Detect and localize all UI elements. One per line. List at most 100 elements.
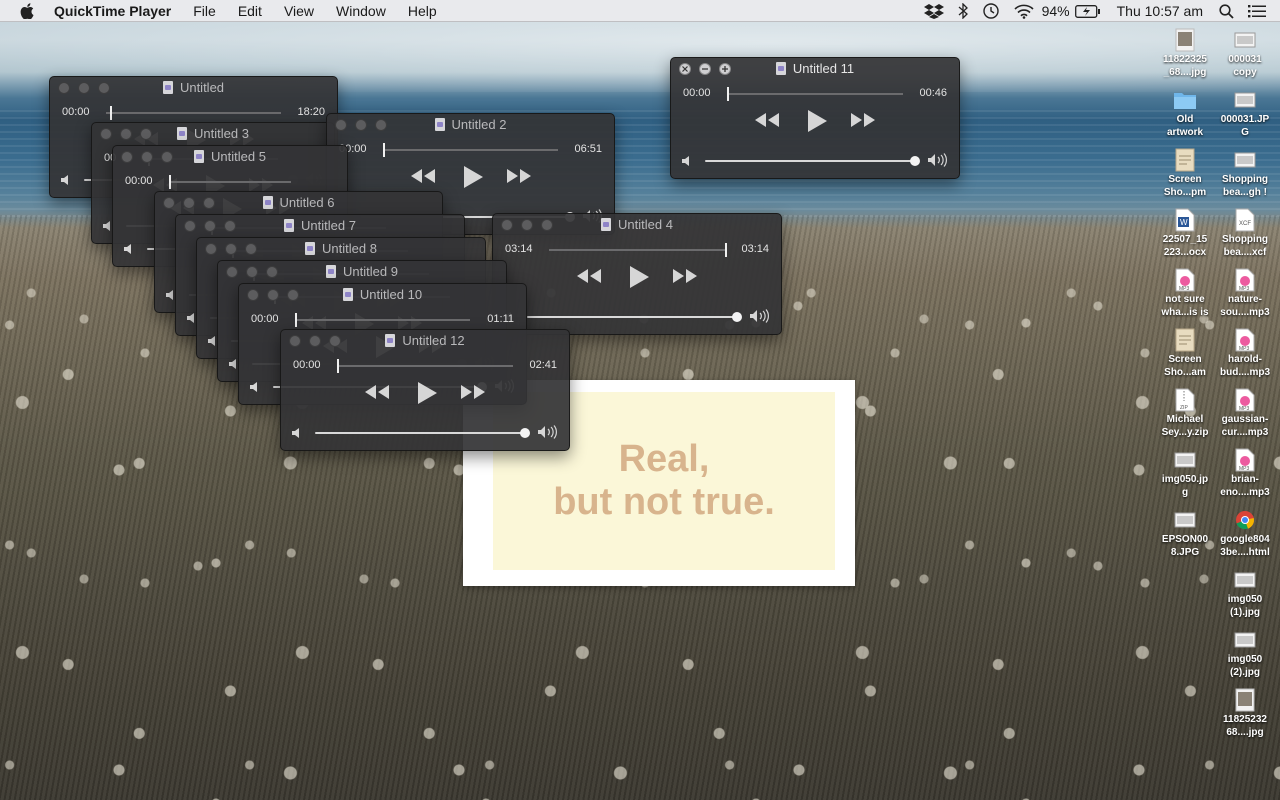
desktop-file-icon[interactable]: 11822325 _68....jpg	[1155, 28, 1215, 79]
notification-center-icon[interactable]	[1248, 4, 1266, 18]
menu-file[interactable]: File	[193, 3, 216, 19]
scrubber-track[interactable]	[383, 143, 558, 157]
battery-icon[interactable]	[1074, 4, 1101, 18]
spotlight-search-icon[interactable]	[1219, 3, 1234, 19]
desktop-file-icon[interactable]: 000031.JP G	[1215, 88, 1275, 139]
window-titlebar[interactable]: Untitled 4	[493, 214, 781, 236]
desktop-file-icon[interactable]: img050 (1).jpg	[1215, 568, 1275, 619]
menu-help[interactable]: Help	[408, 3, 437, 19]
window-titlebar[interactable]: Untitled	[50, 77, 337, 99]
volume-slider[interactable]	[315, 428, 530, 438]
volume-high-icon[interactable]	[927, 153, 949, 172]
desktop-file-icon[interactable]: 11825232 68....jpg	[1215, 688, 1275, 739]
window-titlebar[interactable]: Untitled 5	[113, 146, 347, 168]
desktop-file-icon[interactable]: MP3 nature-sou....mp3	[1215, 268, 1275, 319]
menu-clock[interactable]: Thu 10:57 am	[1117, 3, 1203, 19]
playhead[interactable]	[169, 175, 171, 189]
playhead[interactable]	[295, 313, 297, 327]
play-icon[interactable]	[806, 109, 828, 133]
desktop-file-icon[interactable]: EPSON00 8.JPG	[1155, 508, 1215, 559]
volume-slider[interactable]	[705, 156, 920, 166]
volume-low-icon[interactable]	[291, 426, 303, 444]
window-titlebar[interactable]: Untitled 2	[327, 114, 614, 136]
play-icon[interactable]	[416, 381, 438, 405]
desktop-file-icon[interactable]: MP3 not sure wha...is is	[1155, 268, 1215, 319]
timeline[interactable]: 00:00 06:51	[327, 138, 614, 160]
window-titlebar[interactable]: Untitled 3	[92, 123, 334, 145]
rewind-icon[interactable]	[576, 268, 602, 284]
volume-knob[interactable]	[910, 156, 920, 166]
scrubber-track[interactable]	[337, 359, 513, 373]
window-titlebar[interactable]: Untitled 12	[281, 330, 569, 352]
window-titlebar[interactable]: Untitled 10	[239, 284, 526, 306]
fast-forward-icon[interactable]	[850, 112, 876, 128]
dropbox-icon[interactable]	[923, 3, 944, 19]
quicktime-window[interactable]: Untitled 11 00:00 00:46	[670, 57, 960, 179]
scrubber-track[interactable]	[106, 106, 281, 120]
menu-window[interactable]: Window	[336, 3, 386, 19]
time-machine-icon[interactable]	[982, 2, 1000, 20]
desktop-file-icon[interactable]: W 22507_15 223...ocx	[1155, 208, 1215, 259]
timeline[interactable]: 00:00 18:20	[50, 101, 337, 123]
fast-forward-icon[interactable]	[506, 168, 532, 184]
desktop-file-icon[interactable]: ZIP Michael Sey...y.zip	[1155, 388, 1215, 439]
desktop-file-icon[interactable]: img050 (2).jpg	[1215, 628, 1275, 679]
timeline[interactable]: 00:00	[113, 170, 347, 192]
window-titlebar[interactable]: Untitled 6	[155, 192, 442, 214]
timeline[interactable]: 03:14 03:14	[493, 238, 781, 260]
menu-view[interactable]: View	[284, 3, 314, 19]
bluetooth-icon[interactable]	[958, 3, 968, 19]
desktop-file-icon[interactable]: Old artwork	[1155, 88, 1215, 139]
playhead[interactable]	[727, 87, 729, 101]
volume-slider[interactable]	[527, 312, 742, 322]
play-icon[interactable]	[628, 265, 650, 289]
app-name-menu[interactable]: QuickTime Player	[54, 3, 171, 19]
volume-control[interactable]	[503, 308, 771, 326]
scrubber-track[interactable]	[295, 313, 470, 327]
volume-high-icon[interactable]	[537, 425, 559, 444]
volume-control[interactable]	[681, 152, 949, 170]
scrubber-track[interactable]	[169, 175, 291, 189]
timeline[interactable]: 00:00 02:41	[281, 354, 569, 376]
scrubber-track[interactable]	[549, 243, 727, 257]
playhead[interactable]	[383, 143, 385, 157]
volume-low-icon[interactable]	[249, 380, 261, 398]
timeline[interactable]: 00:00 00:46	[671, 82, 959, 104]
window-titlebar[interactable]: Untitled 7	[176, 215, 464, 237]
menu-edit[interactable]: Edit	[238, 3, 262, 19]
playhead[interactable]	[337, 359, 339, 373]
desktop-file-icon[interactable]: MP3 brian-eno....mp3	[1215, 448, 1275, 499]
volume-low-icon[interactable]	[681, 154, 693, 172]
fast-forward-icon[interactable]	[672, 268, 698, 284]
desktop-file-icon[interactable]: Screen Sho...am	[1155, 328, 1215, 379]
desktop-file-icon[interactable]: MP3 harold-bud....mp3	[1215, 328, 1275, 379]
window-titlebar[interactable]: Untitled 11	[671, 58, 959, 80]
play-icon[interactable]	[462, 165, 484, 189]
desktop-file-icon[interactable]: google804 3be....html	[1215, 508, 1275, 559]
timeline[interactable]: 00:00 01:11	[239, 308, 526, 330]
scrubber-track[interactable]	[727, 87, 903, 101]
volume-knob[interactable]	[520, 428, 530, 438]
wifi-icon[interactable]	[1014, 4, 1034, 19]
volume-knob[interactable]	[732, 312, 742, 322]
desktop-file-icon[interactable]: Screen Sho...pm	[1155, 148, 1215, 199]
desktop-file-icon[interactable]: 000031 copy	[1215, 28, 1275, 79]
apple-menu-icon[interactable]	[20, 2, 36, 19]
fast-forward-icon[interactable]	[460, 384, 486, 400]
quicktime-window[interactable]: Untitled 12 00:00 02:41	[280, 329, 570, 451]
window-titlebar[interactable]: Untitled 9	[218, 261, 506, 283]
rewind-icon[interactable]	[754, 112, 780, 128]
volume-control[interactable]	[291, 424, 559, 442]
quicktime-window[interactable]: Untitled 4 03:14 03:14	[492, 213, 782, 335]
volume-low-icon[interactable]	[123, 242, 135, 260]
rewind-icon[interactable]	[364, 384, 390, 400]
volume-low-icon[interactable]	[60, 173, 72, 191]
desktop-file-icon[interactable]: MP3 gaussian-cur....mp3	[1215, 388, 1275, 439]
desktop-file-icon[interactable]: img050.jp g	[1155, 448, 1215, 499]
window-titlebar[interactable]: Untitled 8	[197, 238, 485, 260]
volume-high-icon[interactable]	[749, 309, 771, 328]
playhead[interactable]	[725, 243, 727, 257]
playhead[interactable]	[109, 106, 112, 120]
rewind-icon[interactable]	[410, 168, 436, 184]
desktop-file-icon[interactable]: XCF Shopping bea....xcf	[1215, 208, 1275, 259]
